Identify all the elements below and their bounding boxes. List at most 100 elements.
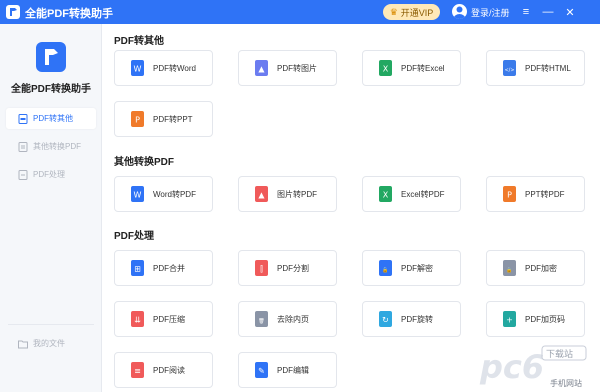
svg-text:+: + [506,316,513,325]
crown-icon: ♛ [389,6,398,17]
svg-text:W: W [134,191,142,200]
tool-card-pdf-merge[interactable]: ⊞ PDF合并 [114,250,213,286]
svg-text:↻: ↻ [382,316,389,325]
sidebar-item-label: 其他转换PDF [33,142,81,151]
sidebar-item-other-to-pdf[interactable]: 其他转换PDF [6,136,96,157]
app-logo-icon [6,5,20,19]
pdf-page-number-icon: + [503,311,516,327]
tool-card-pdf-compress[interactable]: ⇊ PDF压缩 [114,301,213,337]
tool-card-pdf-to-excel[interactable]: X PDF转Excel [362,50,461,86]
tool-card-label: PDF分割 [277,263,309,273]
sidebar-item-label: PDF转其他 [33,114,73,123]
tool-card-label: PDF解密 [401,263,433,273]
tool-card-pdf-to-ppt[interactable]: P PDF转PPT [114,101,213,137]
svg-text:P: P [135,116,140,125]
avatar[interactable] [452,4,467,19]
excel-to-pdf-icon: X [379,186,392,202]
process-icon [18,169,28,180]
tool-card-pdf-rotate[interactable]: ↻ PDF旋转 [362,301,461,337]
tool-card-word-to-pdf[interactable]: W Word转PDF [114,176,213,212]
tool-card-pdf-to-word[interactable]: W PDF转Word [114,50,213,86]
tool-card-label: PPT转PDF [525,189,565,199]
sidebar: 全能PDF转换助手 PDF转其他 其他转换PDF PDF处理 我的文件 [0,24,102,392]
tool-card-pdf-encrypt[interactable]: 🔒 PDF加密 [486,250,585,286]
tool-card-remove-pages[interactable]: 🗑 去除内页 [238,301,337,337]
sidebar-divider [8,324,94,325]
tool-card-pdf-edit[interactable]: ✎ PDF编辑 [238,352,337,388]
tool-card-label: Word转PDF [153,189,196,199]
pdf-read-icon: ≡ [131,362,144,378]
svg-text:⫿: ⫿ [260,265,263,274]
pdf-split-icon: ⫿ [255,260,268,276]
tool-card-label: PDF加密 [525,263,557,273]
svg-text:X: X [383,191,389,200]
pdf-to-ppt-icon: P [131,111,144,127]
close-button[interactable]: ✕ [560,2,580,22]
remove-pages-icon: 🗑 [255,311,268,327]
section-title-pdf-to-other: PDF转其他 [114,36,164,47]
tool-card-pdf-to-html[interactable]: </> PDF转HTML [486,50,585,86]
svg-text:⊞: ⊞ [134,265,141,274]
pdf-rotate-icon: ↻ [379,311,392,327]
tool-card-label: PDF转图片 [277,63,317,73]
vip-button[interactable]: ♛ 开通VIP [383,4,440,20]
main-content: PDF转其他 其他转换PDF PDF处理 W PDF转Word ▲ PDF转图片 X PD… [102,24,600,392]
tool-card-pdf-read[interactable]: ≡ PDF阅读 [114,352,213,388]
svg-text:≡: ≡ [134,367,141,376]
pdf-edit-icon: ✎ [255,362,268,378]
svg-text:pc6: pc6 [479,348,544,386]
folder-icon [18,340,28,348]
tool-card-label: PDF转Word [153,63,196,73]
section-title-other-to-pdf: 其他转换PDF [114,157,174,168]
tool-card-pdf-page-number[interactable]: + PDF加页码 [486,301,585,337]
pdf-encrypt-icon: 🔒 [503,260,516,276]
watermark-logo: pc6 下载站 手机网站 [479,345,587,388]
sidebar-item-pdf-to-other[interactable]: PDF转其他 [6,108,96,129]
watermark-sub2: 手机网站 [550,378,582,388]
tool-card-label: PDF加页码 [525,314,565,324]
tool-card-pdf-decrypt[interactable]: 🔓 PDF解密 [362,250,461,286]
tool-card-label: PDF压缩 [153,314,185,324]
sidebar-item-pdf-process[interactable]: PDF处理 [6,164,96,185]
login-register-link[interactable]: 登录/注册 [471,6,510,19]
svg-text:⇊: ⇊ [134,316,141,325]
sidebar-item-label: PDF处理 [33,170,65,179]
pdf-decrypt-icon: 🔓 [379,260,392,276]
svg-text:▲: ▲ [258,65,265,74]
app-title: 全能PDF转换助手 [25,8,113,20]
menu-button[interactable]: ≡ [516,2,536,22]
svg-text:</>: </> [504,68,514,74]
pdf-compress-icon: ⇊ [131,311,144,327]
svg-text:W: W [134,65,142,74]
minimize-button[interactable]: — [538,2,558,22]
tool-card-ppt-to-pdf[interactable]: P PPT转PDF [486,176,585,212]
tool-card-label: PDF转Excel [401,63,445,73]
svg-text:🔒: 🔒 [506,267,512,274]
tool-card-pdf-split[interactable]: ⫿ PDF分割 [238,250,337,286]
section-title-pdf-process: PDF处理 [114,231,154,242]
pdf-merge-icon: ⊞ [131,260,144,276]
user-icon [453,6,466,19]
title-bar: 全能PDF转换助手 ♛ 开通VIP 登录/注册 ≡ — ✕ [0,0,600,24]
pdf-to-word-icon: W [131,60,144,76]
watermark-sub1: 下载站 [546,348,573,360]
pdf-to-html-icon: </> [503,60,516,76]
tool-card-label: PDF编辑 [277,365,309,375]
svg-text:✎: ✎ [258,367,265,376]
tool-card-label: PDF转PPT [153,114,193,124]
tool-card-label: PDF旋转 [401,314,433,324]
pdf-to-image-icon: ▲ [255,60,268,76]
tool-card-pdf-to-image[interactable]: ▲ PDF转图片 [238,50,337,86]
sidebar-app-name: 全能PDF转换助手 [11,84,91,95]
menu-icon: ≡ [522,6,530,18]
pdf-file-icon [18,113,28,124]
tool-card-label: PDF阅读 [153,365,185,375]
ppt-to-pdf-icon: P [503,186,516,202]
tool-card-excel-to-pdf[interactable]: X Excel转PDF [362,176,461,212]
sidebar-item-my-files[interactable]: 我的文件 [6,333,96,354]
image-to-pdf-icon: ▲ [255,186,268,202]
tool-card-image-to-pdf[interactable]: ▲ 图片转PDF [238,176,337,212]
sidebar-item-label: 我的文件 [33,339,65,348]
pdf-to-excel-icon: X [379,60,392,76]
tool-card-label: PDF转HTML [525,63,571,73]
